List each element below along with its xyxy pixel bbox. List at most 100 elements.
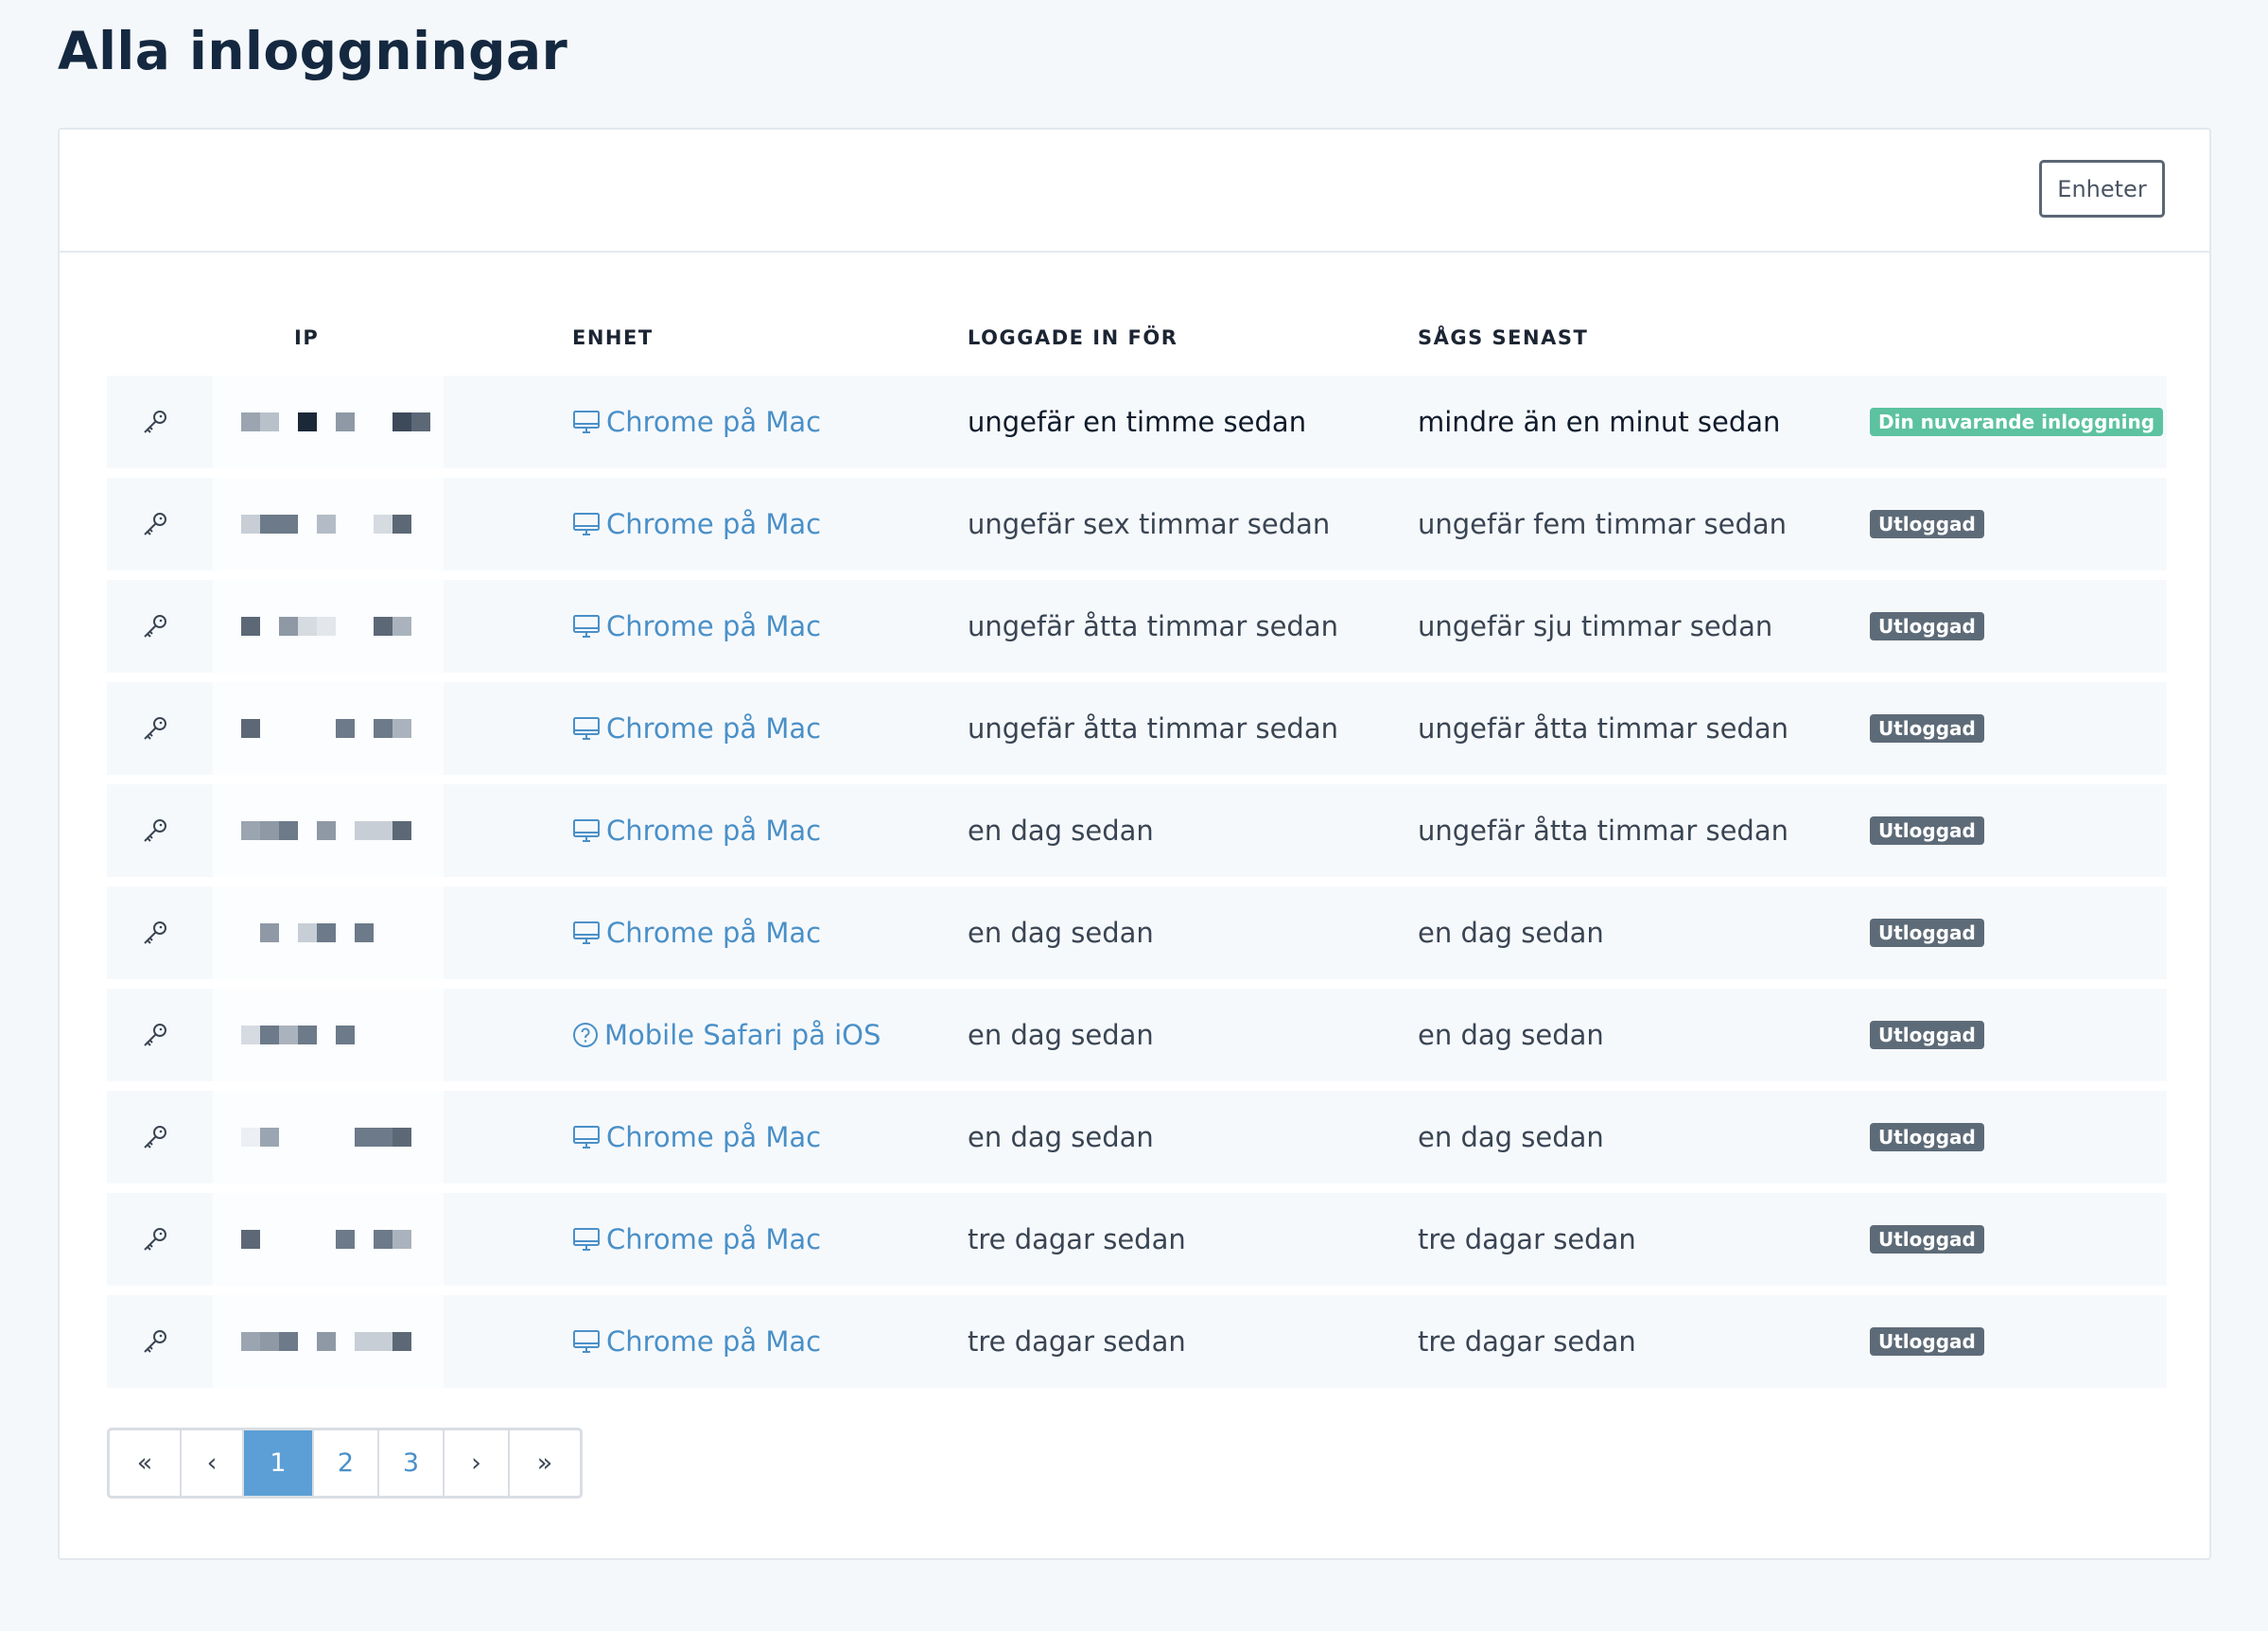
ip-mosaic-block <box>355 821 374 840</box>
ip-mosaic-block <box>317 923 336 942</box>
device-label: Chrome på Mac <box>606 815 822 847</box>
ip-mosaic-block <box>355 1026 374 1044</box>
ip-mosaic-block <box>393 719 411 738</box>
key-icon <box>140 580 178 673</box>
key-icon <box>140 1295 178 1388</box>
monitor-icon <box>572 613 601 640</box>
logged-in-time: ungefär åtta timmar sedan <box>968 712 1338 745</box>
card-header: Enheter <box>60 130 2209 253</box>
page-title: Alla inloggningar <box>58 21 568 81</box>
ip-mosaic-block <box>260 1128 279 1147</box>
ip-mosaic-block <box>317 1026 336 1044</box>
logged-in-time: ungefär en timme sedan <box>968 406 1307 438</box>
ip-mosaic-block <box>355 617 374 636</box>
logged-out-badge: Utloggad <box>1870 1327 1984 1356</box>
ip-address-redacted <box>213 1295 444 1388</box>
ip-mosaic-block <box>336 923 355 942</box>
logged-out-badge: Utloggad <box>1870 714 1984 743</box>
previous-page-button[interactable]: ‹ <box>182 1430 244 1496</box>
ip-mosaic-block <box>393 617 411 636</box>
pagination: «‹ 1 2 3 ›» <box>107 1428 583 1499</box>
ip-mosaic-block <box>355 1230 374 1249</box>
device-link[interactable]: Chrome på Mac <box>572 712 821 745</box>
last-seen-time: en dag sedan <box>1418 1121 1604 1153</box>
device-link[interactable]: Chrome på Mac <box>572 815 821 847</box>
ip-address-redacted <box>213 580 444 673</box>
ip-mosaic-block <box>393 1128 411 1147</box>
device-link[interactable]: Chrome på Mac <box>572 610 821 642</box>
ip-mosaic-block <box>393 821 411 840</box>
ip-mosaic-block <box>411 617 430 636</box>
ip-mosaic-block <box>298 719 317 738</box>
devices-button[interactable]: Enheter <box>2039 160 2165 218</box>
ip-mosaic-block <box>279 821 298 840</box>
logged-in-time: ungefär åtta timmar sedan <box>968 610 1338 642</box>
ip-mosaic-block <box>260 719 279 738</box>
ip-mosaic-block <box>279 1332 298 1351</box>
ip-mosaic-block <box>279 515 298 534</box>
ip-mosaic-block <box>411 1230 430 1249</box>
ip-mosaic-block <box>374 515 393 534</box>
key-icon <box>140 478 178 570</box>
key-icon <box>140 989 178 1081</box>
logged-out-badge: Utloggad <box>1870 1225 1984 1254</box>
logged-in-time: en dag sedan <box>968 1019 1154 1051</box>
logged-in-time: en dag sedan <box>968 1121 1154 1153</box>
ip-mosaic-block <box>411 1332 430 1351</box>
last-seen-time: ungefär åtta timmar sedan <box>1418 712 1788 745</box>
page-2-button[interactable]: 2 <box>314 1430 379 1496</box>
ip-mosaic-block <box>393 1332 411 1351</box>
monitor-icon <box>572 715 601 742</box>
first-page-button[interactable]: « <box>110 1430 182 1496</box>
ip-mosaic-block <box>298 1230 317 1249</box>
last-seen-time: en dag sedan <box>1418 1019 1604 1051</box>
monitor-icon <box>572 511 601 537</box>
ip-mosaic-block <box>374 412 393 431</box>
ip-mosaic-block <box>355 719 374 738</box>
ip-mosaic-block <box>241 515 260 534</box>
device-label: Mobile Safari på iOS <box>604 1019 881 1051</box>
device-link[interactable]: Chrome på Mac <box>572 917 821 949</box>
ip-mosaic-block <box>298 1026 317 1044</box>
ip-mosaic-block <box>355 1332 374 1351</box>
ip-mosaic-block <box>317 719 336 738</box>
ip-mosaic-block <box>336 617 355 636</box>
ip-mosaic-block <box>279 923 298 942</box>
device-link[interactable]: Mobile Safari på iOS <box>572 1019 881 1051</box>
page-1-button[interactable]: 1 <box>244 1430 314 1496</box>
current-session-badge: Din nuvarande inloggning <box>1870 408 2164 436</box>
ip-mosaic-block <box>411 821 430 840</box>
last-seen-time: en dag sedan <box>1418 917 1604 949</box>
device-label: Chrome på Mac <box>606 508 822 540</box>
logged-out-badge: Utloggad <box>1870 816 1984 845</box>
ip-mosaic-block <box>279 1230 298 1249</box>
ip-mosaic-block <box>260 412 279 431</box>
ip-address-redacted <box>213 478 444 570</box>
device-label: Chrome på Mac <box>606 712 822 745</box>
ip-address-redacted <box>213 784 444 877</box>
last-seen-time: ungefär åtta timmar sedan <box>1418 815 1788 847</box>
key-icon <box>140 682 178 775</box>
device-link[interactable]: Chrome på Mac <box>572 406 821 438</box>
table-row: Chrome på Mac ungefär åtta timmar sedan un… <box>107 580 2167 673</box>
device-link[interactable]: Chrome på Mac <box>572 1121 821 1153</box>
next-page-button[interactable]: › <box>445 1430 510 1496</box>
device-link[interactable]: Chrome på Mac <box>572 1223 821 1255</box>
logged-in-time: tre dagar sedan <box>968 1223 1186 1255</box>
monitor-icon <box>572 1226 601 1253</box>
ip-mosaic-block <box>241 617 260 636</box>
table-row: Chrome på Mac ungefär en timme sedan mindr… <box>107 376 2167 468</box>
device-link[interactable]: Chrome på Mac <box>572 508 821 540</box>
last-page-button[interactable]: » <box>510 1430 580 1496</box>
table-row: Chrome på Mac en dag sedan en dag sedan Utl… <box>107 886 2167 979</box>
ip-mosaic-block <box>411 515 430 534</box>
device-label: Chrome på Mac <box>606 610 822 642</box>
page-3-button[interactable]: 3 <box>379 1430 445 1496</box>
ip-mosaic-block <box>393 412 411 431</box>
ip-mosaic-block <box>374 1128 393 1147</box>
ip-mosaic-block <box>336 1026 355 1044</box>
device-link[interactable]: Chrome på Mac <box>572 1325 821 1358</box>
ip-mosaic-block <box>317 1128 336 1147</box>
ip-mosaic-block <box>279 1026 298 1044</box>
ip-mosaic-block <box>336 1128 355 1147</box>
